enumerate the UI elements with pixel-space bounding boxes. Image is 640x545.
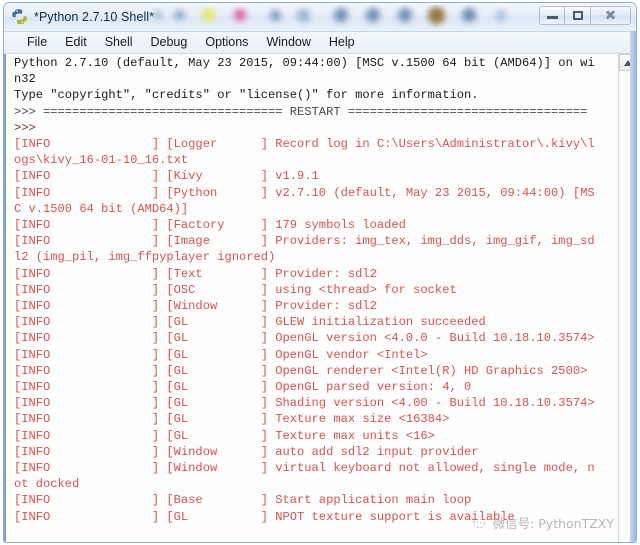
window-right-edge bbox=[630, 31, 636, 542]
console-line-log-gl-vendor: [INFO ] [GL ] OpenGL vendor <Intel> bbox=[14, 347, 428, 362]
close-icon: ✖ bbox=[604, 7, 617, 24]
console-line-log-factory: [INFO ] [Factory ] 179 symbols loaded bbox=[14, 218, 406, 233]
console-line-log-window-keyboard-1: [INFO ] [Window ] virtual keyboard not a… bbox=[14, 461, 595, 476]
console-output[interactable]: Python 2.7.10 (default, May 23 2015, 09:… bbox=[4, 54, 618, 542]
window-title: *Python 2.7.10 Shell* bbox=[34, 10, 155, 24]
console-line-log-gl-glew: [INFO ] [GL ] GLEW initialization succee… bbox=[14, 315, 486, 330]
menu-edit[interactable]: Edit bbox=[56, 34, 96, 51]
console-line-log-gl-parsed: [INFO ] [GL ] OpenGL parsed version: 4, … bbox=[14, 380, 472, 395]
titlebar[interactable]: *Python 2.7.10 Shell* ✖ bbox=[4, 3, 636, 32]
menu-window[interactable]: Window bbox=[257, 34, 319, 51]
maximize-icon bbox=[572, 11, 583, 20]
console-line-log-logger-1: [INFO ] [Logger ] Record log in C:\Users… bbox=[14, 137, 595, 152]
window-controls: ✖ bbox=[539, 6, 631, 25]
console-line-log-base: [INFO ] [Base ] Start application main l… bbox=[14, 493, 472, 508]
console-line-log-gl-version: [INFO ] [GL ] OpenGL version <4.0.0 - Bu… bbox=[14, 331, 595, 346]
console-line-log-window-input: [INFO ] [Window ] auto add sdl2 input pr… bbox=[14, 444, 479, 459]
menu-shell[interactable]: Shell bbox=[96, 34, 142, 51]
console-line-banner-3: Type "copyright", "credits" or "license(… bbox=[14, 88, 479, 103]
console-line-log-logger-2: ogs\kivy_16-01-10_16.txt bbox=[14, 153, 189, 168]
console-line-log-gl-texunits: [INFO ] [GL ] Texture max units <16> bbox=[14, 428, 435, 443]
console-line-banner-2: n32 bbox=[14, 72, 36, 87]
console-line-log-window-provider: [INFO ] [Window ] Provider: sdl2 bbox=[14, 299, 377, 314]
close-button[interactable]: ✖ bbox=[591, 6, 631, 25]
console-line-restart-line: >>> ================================= RE… bbox=[14, 104, 588, 119]
console-line-log-kivy: [INFO ] [Kivy ] v1.9.1 bbox=[14, 169, 319, 184]
console-line-log-osc: [INFO ] [OSC ] using <thread> for socket bbox=[14, 282, 457, 297]
console-line-log-gl-texsize: [INFO ] [GL ] Texture max size <16384> bbox=[14, 412, 450, 427]
idle-shell-window: *Python 2.7.10 Shell* ✖ File Edit Shell … bbox=[3, 2, 637, 543]
menu-file[interactable]: File bbox=[18, 34, 56, 51]
python-idle-icon bbox=[11, 8, 29, 26]
minimize-button[interactable] bbox=[539, 6, 565, 25]
console-line-log-window-keyboard-2: ot docked bbox=[14, 477, 80, 492]
console-line-log-text: [INFO ] [Text ] Provider: sdl2 bbox=[14, 266, 377, 281]
titlebar-blurred-region bbox=[152, 5, 520, 29]
menubar: File Edit Shell Debug Options Window Hel… bbox=[4, 32, 636, 54]
console-line-log-gl-renderer: [INFO ] [GL ] OpenGL renderer <Intel(R) … bbox=[14, 363, 588, 378]
console-line-log-gl-npot: [INFO ] [GL ] NPOT texture support is av… bbox=[14, 509, 515, 524]
console-line-log-python-2: C v.1500 64 bit (AMD64)] bbox=[14, 201, 189, 216]
menu-help[interactable]: Help bbox=[320, 34, 364, 51]
minimize-icon bbox=[546, 12, 558, 19]
console-line-prompt-1: >>> bbox=[14, 120, 44, 135]
menu-debug[interactable]: Debug bbox=[142, 34, 197, 51]
console-line-log-gl-shading: [INFO ] [GL ] Shading version <4.00 - Bu… bbox=[14, 396, 595, 411]
console-area: Python 2.7.10 (default, May 23 2015, 09:… bbox=[4, 54, 636, 542]
menu-options[interactable]: Options bbox=[196, 34, 257, 51]
console-line-log-image-1: [INFO ] [Image ] Providers: img_tex, img… bbox=[14, 234, 595, 249]
console-line-log-python-1: [INFO ] [Python ] v2.7.10 (default, May … bbox=[14, 185, 595, 200]
console-line-log-image-2: l2 (img_pil, img_ffpyplayer ignored) bbox=[14, 250, 276, 265]
maximize-button[interactable] bbox=[565, 6, 591, 25]
console-line-banner-1: Python 2.7.10 (default, May 23 2015, 09:… bbox=[14, 56, 595, 70]
